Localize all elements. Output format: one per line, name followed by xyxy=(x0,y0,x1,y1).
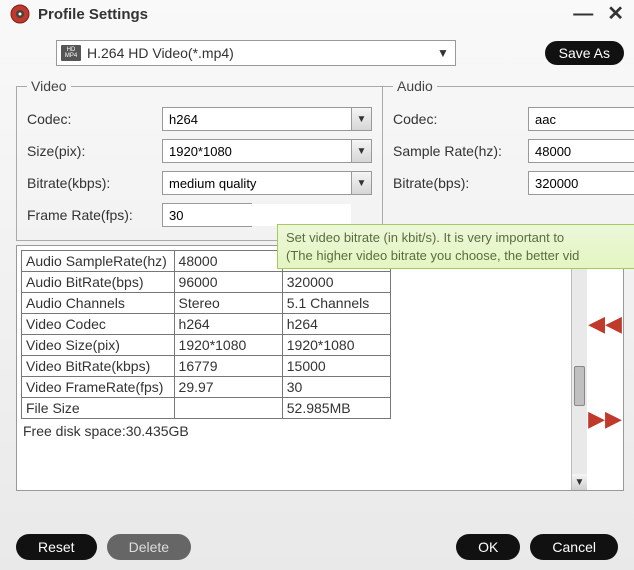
app-icon xyxy=(10,4,30,24)
audio-sr-select[interactable]: ▼ xyxy=(528,139,634,163)
table-row: File Size 52.985MB xyxy=(22,398,391,419)
cell-a: Stereo xyxy=(174,293,282,314)
audio-sr-input[interactable] xyxy=(529,140,634,162)
reset-button[interactable]: Reset xyxy=(16,534,97,560)
chevron-down-icon: ▼ xyxy=(435,46,451,60)
audio-codec-select[interactable]: ▼ xyxy=(528,107,634,131)
minimize-button[interactable]: — xyxy=(573,4,593,24)
table-row: Video FrameRate(fps)29.9730 xyxy=(22,377,391,398)
table-row: Video BitRate(kbps)1677915000 xyxy=(22,356,391,377)
vertical-scrollbar[interactable]: ▲ ▼ xyxy=(571,246,587,490)
prev-arrow-icon[interactable]: ◀◀ xyxy=(588,313,622,335)
save-as-button[interactable]: Save As xyxy=(545,41,624,65)
cell-name: Video Codec xyxy=(22,314,175,335)
table-row: Video Size(pix)1920*10801920*1080 xyxy=(22,335,391,356)
chevron-down-icon[interactable]: ▼ xyxy=(351,140,371,162)
table-scroll[interactable]: Audio SampleRate(hz)4800048000Audio BitR… xyxy=(17,246,571,490)
profile-selected-label: H.264 HD Video(*.mp4) xyxy=(87,45,429,61)
table-row: Audio BitRate(bps)96000320000 xyxy=(22,272,391,293)
audio-bitrate-select[interactable]: ▼ xyxy=(528,171,634,195)
profile-settings-dialog: Profile Settings — ✕ HD MP4 H.264 HD Vid… xyxy=(0,0,634,570)
video-bitrate-label: Bitrate(kbps): xyxy=(27,175,162,191)
scroll-down-icon[interactable]: ▼ xyxy=(572,474,587,490)
ok-button[interactable]: OK xyxy=(456,534,520,560)
video-framerate-label: Frame Rate(fps): xyxy=(27,207,162,223)
tooltip-line1: Set video bitrate (in kbit/s). It is ver… xyxy=(286,229,626,247)
cell-a: 48000 xyxy=(174,251,282,272)
compare-table: Audio SampleRate(hz)4800048000Audio BitR… xyxy=(21,250,391,419)
dialog-buttons: Reset Delete OK Cancel xyxy=(0,528,634,570)
cell-b: 320000 xyxy=(282,272,390,293)
cell-name: Video FrameRate(fps) xyxy=(22,377,175,398)
audio-group: Audio Codec: ▼ Sample Rate(hz): ▼ xyxy=(383,78,634,241)
cell-b: 52.985MB xyxy=(282,398,390,419)
cell-name: Audio Channels xyxy=(22,293,175,314)
audio-legend: Audio xyxy=(393,78,437,94)
profile-dropdown[interactable]: HD MP4 H.264 HD Video(*.mp4) ▼ xyxy=(56,40,456,66)
chevron-down-icon[interactable]: ▼ xyxy=(351,108,371,130)
window-title: Profile Settings xyxy=(38,6,565,23)
cell-b: 30 xyxy=(282,377,390,398)
navigate-arrows: ◀◀ ▶▶ xyxy=(587,246,623,490)
video-size-input[interactable] xyxy=(163,140,351,162)
cell-b: 5.1 Channels xyxy=(282,293,390,314)
cancel-button[interactable]: Cancel xyxy=(530,534,618,560)
cell-b: h264 xyxy=(282,314,390,335)
cell-a: 16779 xyxy=(174,356,282,377)
video-legend: Video xyxy=(27,78,71,94)
cell-a xyxy=(174,398,282,419)
profile-row: HD MP4 H.264 HD Video(*.mp4) ▼ Save As xyxy=(56,40,624,66)
cell-name: Audio BitRate(bps) xyxy=(22,272,175,293)
cell-b: 15000 xyxy=(282,356,390,377)
cell-name: Audio SampleRate(hz) xyxy=(22,251,175,272)
audio-bitrate-label: Bitrate(bps): xyxy=(393,175,528,191)
mp4-icon: HD MP4 xyxy=(61,45,81,61)
video-bitrate-select[interactable]: ▼ xyxy=(162,171,372,195)
video-size-label: Size(pix): xyxy=(27,143,162,159)
video-bitrate-input[interactable] xyxy=(163,172,351,194)
delete-button[interactable]: Delete xyxy=(107,534,191,560)
tooltip-line2: (The higher video bitrate you choose, th… xyxy=(286,247,626,265)
cell-a: 29.97 xyxy=(174,377,282,398)
disk-space-label: Free disk space:30.435GB xyxy=(21,419,569,443)
cell-b: 1920*1080 xyxy=(282,335,390,356)
cell-a: 96000 xyxy=(174,272,282,293)
cell-name: Video Size(pix) xyxy=(22,335,175,356)
cell-name: File Size xyxy=(22,398,175,419)
title-bar: Profile Settings — ✕ xyxy=(0,0,634,28)
audio-codec-label: Codec: xyxy=(393,111,528,127)
table-row: Audio ChannelsStereo5.1 Channels xyxy=(22,293,391,314)
video-group: Video Codec: ▼ Size(pix): ▼ xyxy=(16,78,383,241)
next-arrow-icon[interactable]: ▶▶ xyxy=(588,408,622,430)
close-button[interactable]: ✕ xyxy=(607,4,624,24)
video-size-select[interactable]: ▼ xyxy=(162,139,372,163)
cell-a: 1920*1080 xyxy=(174,335,282,356)
audio-codec-input[interactable] xyxy=(529,108,634,130)
cell-name: Video BitRate(kbps) xyxy=(22,356,175,377)
audio-bitrate-input[interactable] xyxy=(529,172,634,194)
video-codec-select[interactable]: ▼ xyxy=(162,107,372,131)
video-framerate-select[interactable] xyxy=(162,203,252,227)
bitrate-tooltip: Set video bitrate (in kbit/s). It is ver… xyxy=(277,224,634,269)
video-codec-label: Codec: xyxy=(27,111,162,127)
audio-sr-label: Sample Rate(hz): xyxy=(393,143,528,159)
table-row: Video Codech264h264 xyxy=(22,314,391,335)
scrollbar-thumb[interactable] xyxy=(574,366,585,406)
cell-a: h264 xyxy=(174,314,282,335)
video-codec-input[interactable] xyxy=(163,108,351,130)
video-framerate-input[interactable] xyxy=(163,204,351,226)
comparison-panel: Audio SampleRate(hz)4800048000Audio BitR… xyxy=(16,245,624,491)
chevron-down-icon[interactable]: ▼ xyxy=(351,172,371,194)
